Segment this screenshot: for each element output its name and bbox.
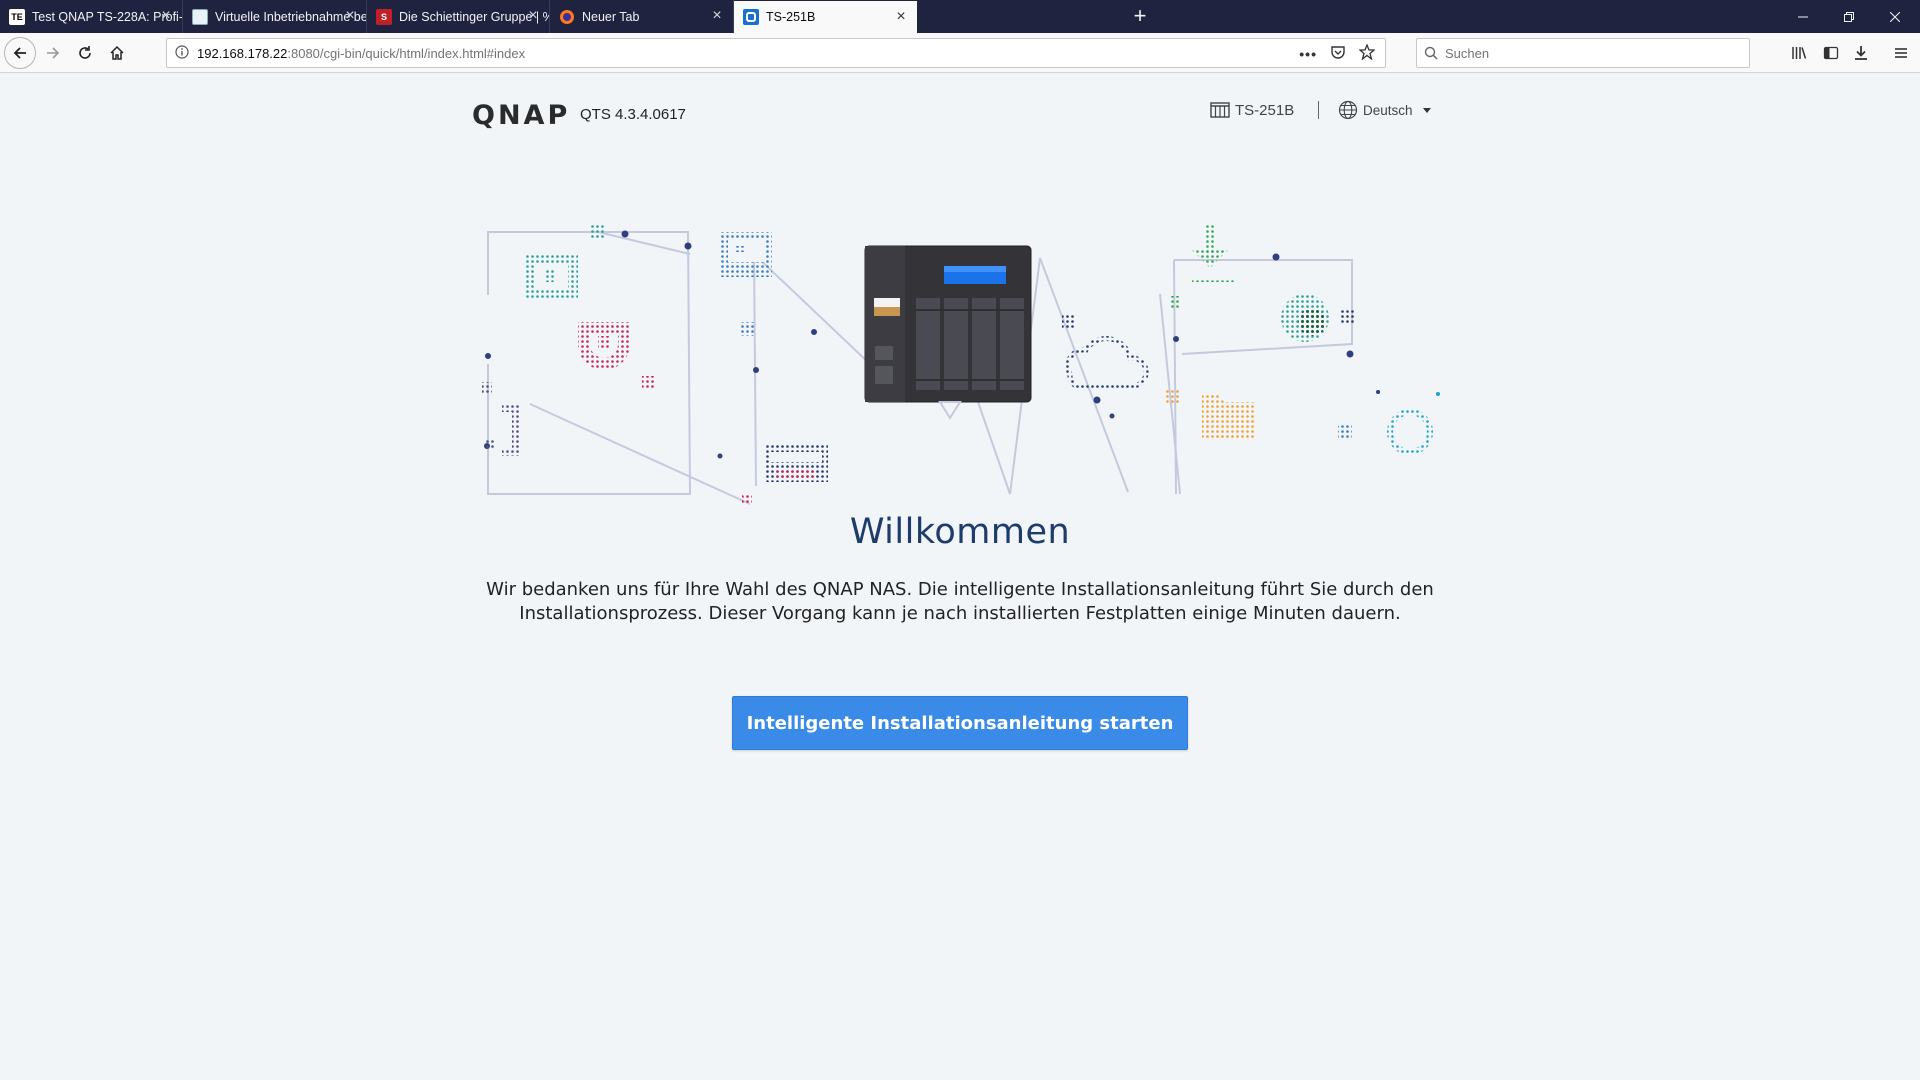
url-host: 192.168.178.22 (197, 45, 288, 61)
home-icon (110, 45, 124, 60)
language-label: Deutsch (1363, 102, 1413, 118)
browser-tab[interactable]: Neuer Tab × (550, 0, 734, 33)
forward-button[interactable] (38, 38, 68, 68)
browser-tab-strip: TE Test QNAP TS-228A: Profi-Feat × Virtu… (0, 0, 1920, 33)
qnap-favicon-icon (743, 9, 759, 25)
bookmark-star-icon[interactable] (1358, 43, 1376, 63)
sidebar-icon (1823, 46, 1839, 60)
reload-button[interactable] (70, 38, 100, 68)
close-tab-icon[interactable]: × (525, 8, 541, 24)
caret-down-icon (1422, 107, 1431, 113)
menu-button[interactable] (1886, 38, 1916, 68)
minimize-icon[interactable] (1780, 0, 1826, 33)
device-indicator: TS-251B (1210, 101, 1294, 119)
close-window-icon[interactable] (1872, 0, 1918, 33)
start-smart-installation-button[interactable]: Intelligente Installationsanleitung star… (732, 696, 1188, 750)
browser-tab-active[interactable]: TS-251B × (734, 1, 917, 33)
qnap-installer-page: QNAP QTS 4.3.4.0617 TS-251B Deutsch Will… (0, 74, 1920, 1080)
info-icon[interactable] (167, 44, 197, 62)
qnap-hero-illustration (482, 224, 1440, 505)
close-tab-icon[interactable]: × (893, 9, 909, 25)
arrow-right-icon (47, 47, 60, 59)
search-placeholder: Suchen (1445, 45, 1490, 61)
header-divider (1318, 101, 1319, 119)
qnap-logo: QNAP (472, 100, 571, 131)
language-selector[interactable]: Deutsch (1338, 100, 1431, 120)
library-button[interactable] (1784, 38, 1814, 68)
search-field[interactable]: Suchen (1416, 38, 1750, 68)
search-icon (1417, 46, 1445, 60)
close-tab-icon[interactable]: × (709, 8, 725, 24)
browser-toolbar: 192.168.178.22:8080/cgi-bin/quick/html/i… (0, 33, 1920, 73)
firefox-icon (559, 9, 575, 25)
site-favicon-icon: TE (9, 8, 25, 25)
nas-device-icon (1210, 102, 1230, 118)
welcome-heading: Willkommen (849, 512, 1071, 552)
address-bar[interactable]: 192.168.178.22:8080/cgi-bin/quick/html/i… (166, 38, 1386, 68)
welcome-description: Wir bedanken uns für Ihre Wahl des QNAP … (486, 579, 1434, 624)
browser-tab[interactable]: Virtuelle Inbetriebnahme bei Fe × (183, 0, 367, 33)
close-tab-icon[interactable]: × (158, 8, 174, 24)
sidebar-button[interactable] (1816, 38, 1846, 68)
site-favicon-icon: S (376, 8, 392, 25)
restore-icon[interactable] (1826, 0, 1872, 33)
url-path: :8080/cgi-bin/quick/html/index.html#inde… (287, 45, 526, 61)
close-tab-icon[interactable]: × (342, 8, 358, 24)
browser-tab[interactable]: S Die Schiettinger Gruppe | %pag × (367, 0, 550, 33)
downloads-button[interactable] (1846, 38, 1876, 68)
firmware-version: QTS 4.3.4.0617 (580, 106, 686, 123)
browser-tab[interactable]: TE Test QNAP TS-228A: Profi-Feat × (0, 0, 183, 33)
page-actions-icon[interactable]: ••• (1299, 46, 1317, 62)
hamburger-menu-icon (1895, 48, 1907, 58)
site-favicon-icon (192, 8, 208, 25)
library-icon (1792, 47, 1807, 59)
pocket-icon[interactable] (1331, 45, 1345, 62)
download-icon (1855, 46, 1867, 60)
back-button[interactable] (4, 37, 36, 69)
home-button[interactable] (102, 38, 132, 68)
reload-icon (79, 46, 91, 59)
globe-icon (1338, 100, 1358, 120)
arrow-left-icon (13, 47, 26, 59)
new-tab-button[interactable]: + (1130, 3, 1150, 29)
device-name: TS-251B (1235, 101, 1295, 119)
